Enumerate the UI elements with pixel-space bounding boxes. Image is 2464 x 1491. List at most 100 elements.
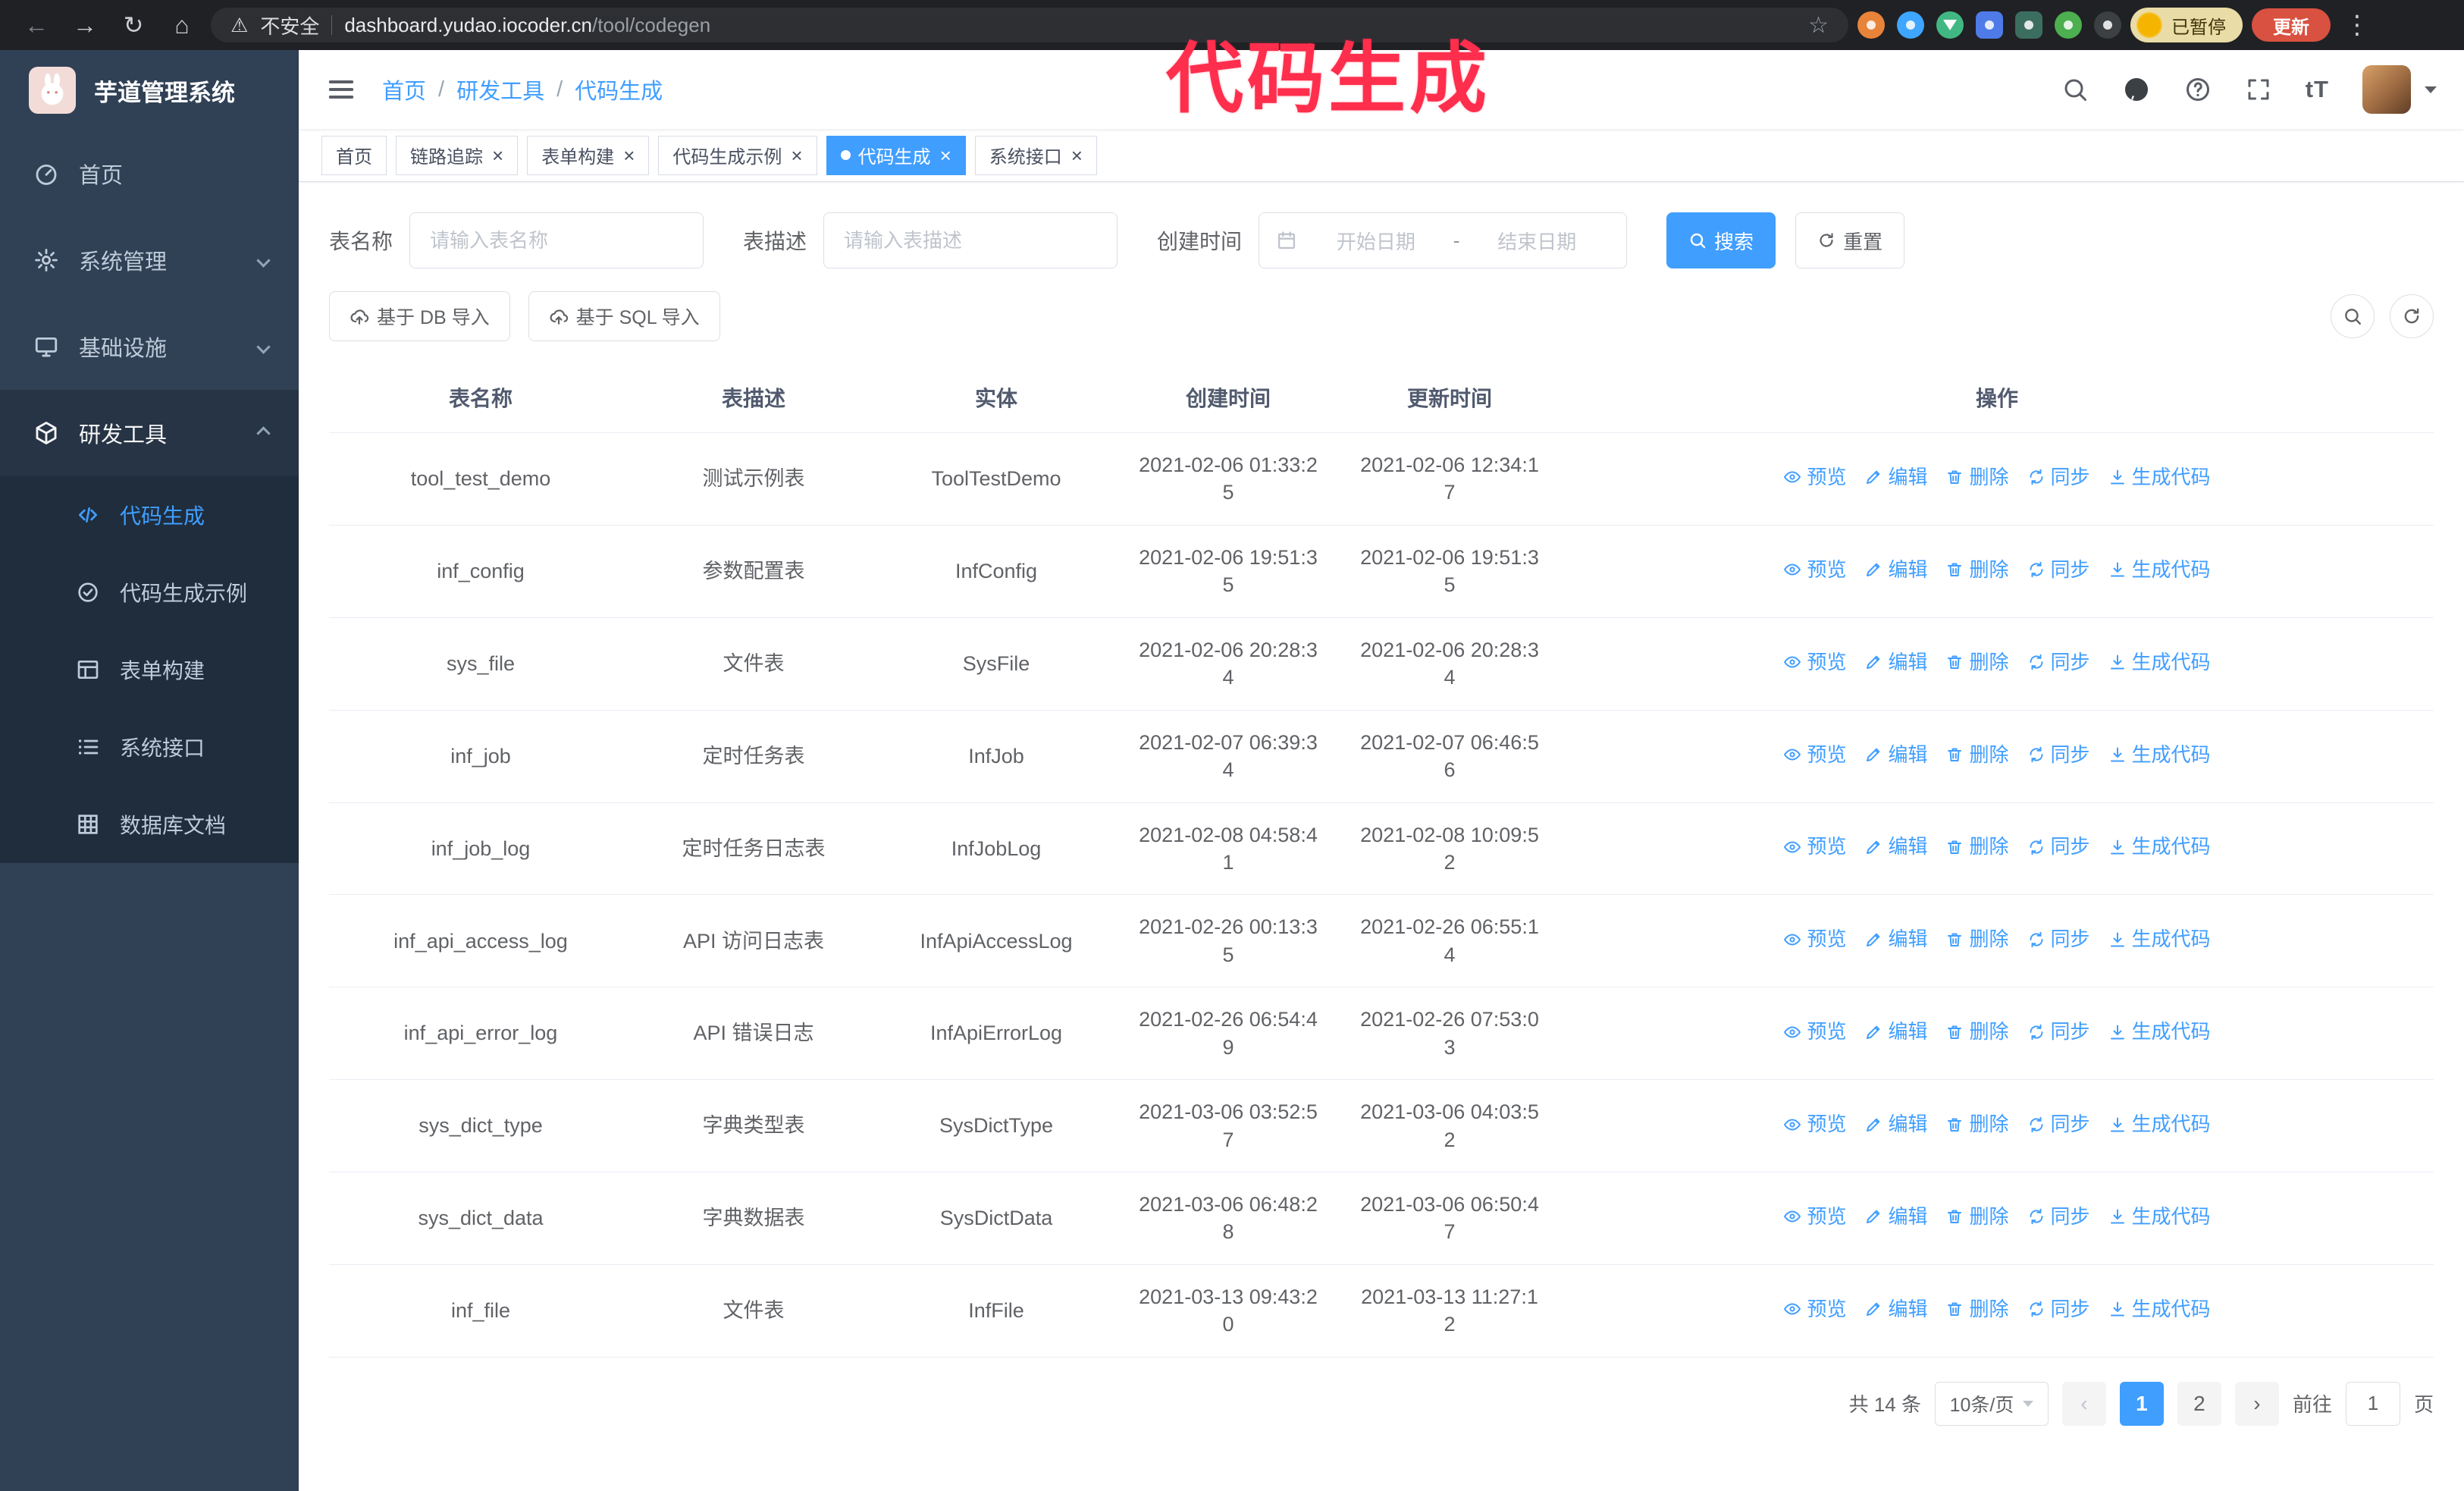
search-icon[interactable]	[2061, 76, 2089, 103]
table-desc-input[interactable]	[823, 212, 1118, 268]
extension-icon[interactable]	[1897, 11, 1924, 39]
row-action-sync[interactable]: 同步	[2027, 833, 2090, 860]
page-button-2[interactable]: 2	[2177, 1381, 2221, 1426]
row-action-delete[interactable]: 删除	[1945, 557, 2009, 583]
close-icon[interactable]: ×	[492, 146, 503, 165]
page-button-1[interactable]: 1	[2119, 1381, 2164, 1426]
row-action-edit[interactable]: 编辑	[1864, 833, 1927, 860]
row-action-generate[interactable]: 生成代码	[2108, 464, 2211, 491]
profile-paused-chip[interactable]: 已暂停	[2130, 8, 2243, 42]
row-action-preview[interactable]: 预览	[1783, 1296, 1846, 1323]
sidebar-item-home[interactable]: 首页	[0, 130, 299, 217]
row-action-generate[interactable]: 生成代码	[2108, 1111, 2211, 1138]
goto-page-input[interactable]	[2345, 1381, 2400, 1426]
row-action-delete[interactable]: 删除	[1945, 833, 2009, 860]
row-action-generate[interactable]: 生成代码	[2108, 926, 2211, 953]
tab-codegen[interactable]: 代码生成 ×	[826, 135, 966, 175]
row-action-sync[interactable]: 同步	[2027, 926, 2090, 953]
date-range-picker[interactable]: 开始日期 - 结束日期	[1259, 212, 1628, 268]
tab-system-api[interactable]: 系统接口 ×	[974, 135, 1097, 175]
row-action-preview[interactable]: 预览	[1783, 464, 1846, 491]
tab-home[interactable]: 首页	[321, 135, 387, 175]
row-action-generate[interactable]: 生成代码	[2108, 1019, 2211, 1045]
row-action-sync[interactable]: 同步	[2027, 649, 2090, 676]
sidebar-item-infra[interactable]: 基础设施	[0, 303, 299, 390]
row-action-preview[interactable]: 预览	[1783, 926, 1846, 953]
row-action-edit[interactable]: 编辑	[1864, 557, 1927, 583]
table-name-input[interactable]	[409, 212, 704, 268]
user-avatar[interactable]	[2362, 65, 2411, 114]
tab-codegen-example[interactable]: 代码生成示例 ×	[658, 135, 817, 175]
row-action-preview[interactable]: 预览	[1783, 742, 1846, 768]
row-action-delete[interactable]: 删除	[1945, 742, 2009, 768]
forward-icon[interactable]: →	[65, 5, 105, 45]
extension-icon[interactable]	[2055, 11, 2082, 39]
refresh-table-button[interactable]	[2390, 294, 2434, 338]
help-icon[interactable]	[2184, 76, 2212, 103]
extensions-puzzle-icon[interactable]	[2094, 11, 2121, 39]
row-action-edit[interactable]: 编辑	[1864, 1019, 1927, 1045]
sidebar-item-codegen-example[interactable]: 代码生成示例	[0, 554, 299, 631]
row-action-generate[interactable]: 生成代码	[2108, 833, 2211, 860]
extension-icon[interactable]	[2015, 11, 2042, 39]
font-size-icon[interactable]: tT	[2306, 76, 2329, 103]
row-action-generate[interactable]: 生成代码	[2108, 1204, 2211, 1230]
tab-form-builder[interactable]: 表单构建 ×	[527, 135, 650, 175]
close-icon[interactable]: ×	[1071, 146, 1083, 165]
row-action-preview[interactable]: 预览	[1783, 1204, 1846, 1230]
app-logo[interactable]: 芋道管理系统	[0, 50, 299, 130]
row-action-edit[interactable]: 编辑	[1864, 1204, 1927, 1230]
update-button[interactable]: 更新	[2252, 8, 2331, 42]
sidebar-item-form-builder[interactable]: 表单构建	[0, 631, 299, 708]
row-action-edit[interactable]: 编辑	[1864, 464, 1927, 491]
next-page-button[interactable]: ›	[2234, 1381, 2279, 1426]
page-size-select[interactable]: 10条/页	[1934, 1381, 2049, 1426]
close-icon[interactable]: ×	[791, 146, 802, 165]
row-action-edit[interactable]: 编辑	[1864, 1111, 1927, 1138]
import-sql-button[interactable]: 基于 SQL 导入	[528, 291, 720, 341]
search-button[interactable]: 搜索	[1666, 212, 1776, 268]
row-action-edit[interactable]: 编辑	[1864, 1296, 1927, 1323]
prev-page-button[interactable]: ‹	[2061, 1381, 2106, 1426]
row-action-edit[interactable]: 编辑	[1864, 926, 1927, 953]
import-db-button[interactable]: 基于 DB 导入	[329, 291, 510, 341]
row-action-preview[interactable]: 预览	[1783, 833, 1846, 860]
row-action-preview[interactable]: 预览	[1783, 1019, 1846, 1045]
sidebar-item-system[interactable]: 系统管理	[0, 217, 299, 303]
row-action-generate[interactable]: 生成代码	[2108, 742, 2211, 768]
url-bar[interactable]: ⚠ 不安全 dashboard.yudao.iocoder.cn/tool/co…	[211, 8, 1848, 42]
row-action-delete[interactable]: 删除	[1945, 926, 2009, 953]
back-icon[interactable]: ←	[17, 5, 56, 45]
row-action-preview[interactable]: 预览	[1783, 557, 1846, 583]
row-action-delete[interactable]: 删除	[1945, 1296, 2009, 1323]
row-action-generate[interactable]: 生成代码	[2108, 557, 2211, 583]
breadcrumb-home[interactable]: 首页	[382, 74, 426, 105]
extension-icon[interactable]	[1976, 11, 2003, 39]
row-action-sync[interactable]: 同步	[2027, 464, 2090, 491]
toggle-search-button[interactable]	[2331, 294, 2375, 338]
sidebar-item-devtools[interactable]: 研发工具	[0, 390, 299, 476]
row-action-sync[interactable]: 同步	[2027, 1019, 2090, 1045]
browser-menu-icon[interactable]: ⋮	[2340, 10, 2375, 40]
row-action-delete[interactable]: 删除	[1945, 1111, 2009, 1138]
row-action-generate[interactable]: 生成代码	[2108, 649, 2211, 676]
reload-icon[interactable]: ↻	[114, 5, 153, 45]
extension-icon[interactable]	[1857, 11, 1885, 39]
sidebar-item-system-api[interactable]: 系统接口	[0, 708, 299, 786]
home-icon[interactable]: ⌂	[162, 5, 202, 45]
row-action-sync[interactable]: 同步	[2027, 1296, 2090, 1323]
row-action-sync[interactable]: 同步	[2027, 557, 2090, 583]
row-action-preview[interactable]: 预览	[1783, 649, 1846, 676]
row-action-edit[interactable]: 编辑	[1864, 742, 1927, 768]
sidebar-item-db-docs[interactable]: 数据库文档	[0, 786, 299, 863]
hamburger-icon[interactable]	[326, 74, 356, 105]
tab-trace[interactable]: 链路追踪 ×	[396, 135, 519, 175]
row-action-generate[interactable]: 生成代码	[2108, 1296, 2211, 1323]
row-action-delete[interactable]: 删除	[1945, 1204, 2009, 1230]
close-icon[interactable]: ×	[940, 146, 951, 165]
reset-button[interactable]: 重置	[1795, 212, 1905, 268]
row-action-sync[interactable]: 同步	[2027, 742, 2090, 768]
github-icon[interactable]	[2122, 75, 2151, 104]
close-icon[interactable]: ×	[623, 146, 635, 165]
row-action-delete[interactable]: 删除	[1945, 1019, 2009, 1045]
